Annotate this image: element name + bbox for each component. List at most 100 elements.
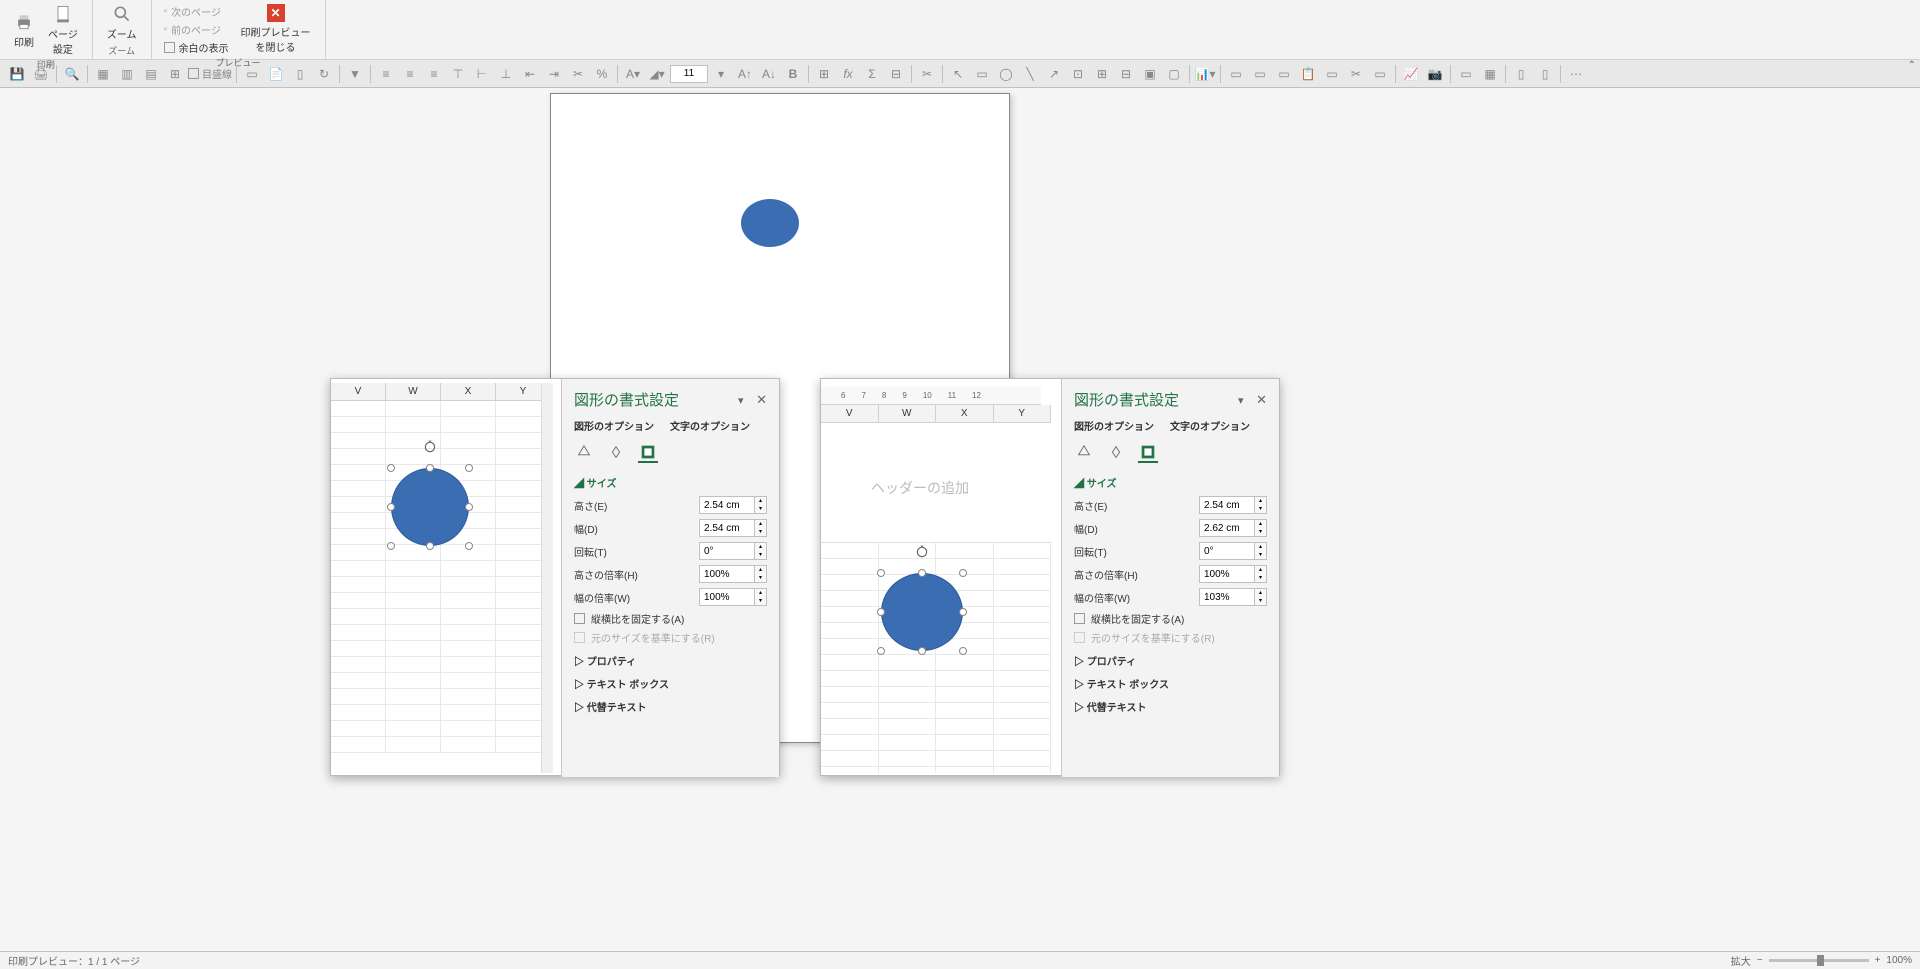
cut-icon[interactable]: ✂	[567, 63, 589, 85]
align-bot-icon[interactable]: ⊥	[495, 63, 517, 85]
height-input[interactable]	[699, 496, 755, 514]
open-icon[interactable]: 📄	[265, 63, 287, 85]
font-size-input[interactable]	[670, 65, 708, 83]
spinner[interactable]: ▴▾	[755, 496, 767, 514]
pointer-icon[interactable]: ↖	[947, 63, 969, 85]
font-color-icon[interactable]: A▾	[622, 63, 644, 85]
resize-handle[interactable]	[465, 503, 473, 511]
layout3-icon[interactable]: ▤	[140, 63, 162, 85]
page1-icon[interactable]: ▯	[1510, 63, 1532, 85]
indent-inc-icon[interactable]: ⇥	[543, 63, 565, 85]
section-properties[interactable]: ▷ プロパティ	[1074, 653, 1267, 668]
save-icon[interactable]: 💾	[6, 63, 28, 85]
col-header[interactable]: V	[331, 383, 386, 400]
camera-icon[interactable]: 📷	[1424, 63, 1446, 85]
scale-h-input[interactable]	[1199, 565, 1255, 583]
resize-handle[interactable]	[387, 503, 395, 511]
more4-icon[interactable]: ▭	[1321, 63, 1343, 85]
ellipse-shape-icon[interactable]: ◯	[995, 63, 1017, 85]
clear-icon[interactable]: ✂	[916, 63, 938, 85]
freeze-icon[interactable]: ▦	[1479, 63, 1501, 85]
resize-handle[interactable]	[465, 542, 473, 550]
preview-icon[interactable]: 🔍	[61, 63, 83, 85]
col-header[interactable]: X	[441, 383, 496, 400]
format-icon[interactable]: %	[591, 63, 613, 85]
section-textbox[interactable]: ▷ テキスト ボックス	[574, 676, 767, 691]
circle-shape[interactable]	[881, 573, 963, 651]
line-shape-icon[interactable]: ╲	[1019, 63, 1041, 85]
section-alttext[interactable]: ▷ 代替テキスト	[1074, 699, 1267, 714]
spinner[interactable]: ▴▾	[755, 565, 767, 583]
page-icon-tb[interactable]: ▯	[289, 63, 311, 85]
col-header[interactable]: W	[386, 383, 441, 400]
fill-color-icon[interactable]: ◢▾	[646, 63, 668, 85]
section-textbox[interactable]: ▷ テキスト ボックス	[1074, 676, 1267, 691]
zoom-pct[interactable]: 100%	[1886, 955, 1912, 966]
window-icon[interactable]: ▭	[1455, 63, 1477, 85]
scrollbar-left[interactable]	[541, 383, 553, 773]
resize-handle[interactable]	[959, 608, 967, 616]
section-size[interactable]: ◢ サイズ	[1074, 475, 1267, 490]
rotation-input[interactable]	[699, 542, 755, 560]
height-input[interactable]	[1199, 496, 1255, 514]
more1-icon[interactable]: ▭	[1225, 63, 1247, 85]
redo-icon[interactable]: ↻	[313, 63, 335, 85]
resize-handle[interactable]	[959, 569, 967, 577]
zoom-slider[interactable]	[1769, 959, 1869, 962]
filter-icon[interactable]: ▼	[344, 63, 366, 85]
col-header[interactable]: W	[879, 405, 937, 422]
fx-icon[interactable]: fx	[837, 63, 859, 85]
more5-icon[interactable]: ✂	[1345, 63, 1367, 85]
align-right-icon[interactable]: ≡	[423, 63, 445, 85]
align-left-icon[interactable]: ≡	[375, 63, 397, 85]
resize-handle[interactable]	[387, 542, 395, 550]
resize-handle[interactable]	[877, 569, 885, 577]
section-alttext[interactable]: ▷ 代替テキスト	[574, 699, 767, 714]
spinner[interactable]: ▴▾	[1255, 519, 1267, 537]
grid-left[interactable]	[331, 401, 551, 753]
rotation-input[interactable]	[1199, 542, 1255, 560]
chart-icon[interactable]: 📊▾	[1194, 63, 1216, 85]
resize-handle[interactable]	[877, 608, 885, 616]
pane-dropdown-icon[interactable]: ▾	[738, 395, 744, 407]
tab-shape-options[interactable]: 図形のオプション	[574, 418, 654, 433]
col-header[interactable]: V	[821, 405, 879, 422]
rect-shape-icon[interactable]: ▭	[971, 63, 993, 85]
rotate-handle-icon[interactable]	[915, 545, 929, 559]
worksheet-left[interactable]: V W X Y	[331, 383, 551, 773]
fill-outline-icon[interactable]	[1074, 443, 1094, 463]
front-icon[interactable]: ▣	[1139, 63, 1161, 85]
selected-shape-left[interactable]	[391, 468, 469, 546]
chart2-icon[interactable]: 📈	[1400, 63, 1422, 85]
show-margins-check[interactable]: 余白の表示	[160, 39, 233, 56]
print-quick-icon[interactable]: 🖨	[30, 63, 52, 85]
font-size-dd-icon[interactable]: ▾	[710, 63, 732, 85]
font-grow-icon[interactable]: A↑	[734, 63, 756, 85]
ribbon-collapse-icon[interactable]: ⌃	[1908, 60, 1916, 71]
resize-handle[interactable]	[918, 569, 926, 577]
pane-dropdown-icon[interactable]: ▾	[1238, 395, 1244, 407]
align-center-icon[interactable]: ≡	[399, 63, 421, 85]
lock-aspect-check[interactable]: 縦横比を固定する(A)	[1074, 611, 1267, 626]
circle-shape[interactable]	[391, 468, 469, 546]
new-icon[interactable]: ▭	[241, 63, 263, 85]
spinner[interactable]: ▴▾	[1255, 565, 1267, 583]
gridlines-check[interactable]: 目盛線	[188, 63, 232, 85]
fill-outline-icon[interactable]	[574, 443, 594, 463]
size-props-icon[interactable]	[1138, 443, 1158, 463]
header-placeholder[interactable]: ヘッダーの追加	[871, 478, 969, 498]
worksheet-right[interactable]: 6789101112 V W X Y ヘッダーの追加	[821, 383, 1051, 773]
rotate-handle-icon[interactable]	[423, 440, 437, 454]
width-input[interactable]	[1199, 519, 1255, 537]
tab-text-options[interactable]: 文字のオプション	[670, 418, 750, 433]
tab-shape-options[interactable]: 図形のオプション	[1074, 418, 1154, 433]
arrow-shape-icon[interactable]: ↗	[1043, 63, 1065, 85]
overflow-icon[interactable]: ⋯	[1565, 63, 1587, 85]
pane-close-icon[interactable]: ✕	[756, 392, 767, 407]
effects-icon[interactable]	[606, 443, 626, 463]
col-header[interactable]: Y	[994, 405, 1052, 422]
layout-icon[interactable]: ▦	[92, 63, 114, 85]
section-size[interactable]: ◢ サイズ	[574, 475, 767, 490]
resize-handle[interactable]	[877, 647, 885, 655]
spinner[interactable]: ▴▾	[1255, 496, 1267, 514]
